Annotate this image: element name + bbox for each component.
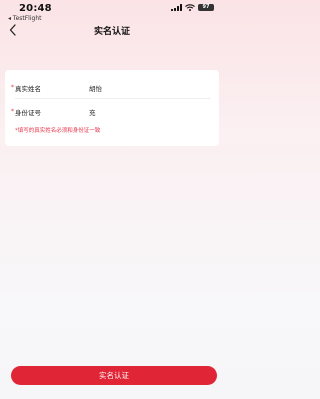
id-number-row: * 身份证号 充 xyxy=(5,103,219,123)
id-number-label: 身份证号 xyxy=(15,109,41,117)
page-title: 实名认证 xyxy=(93,27,130,37)
real-name-row: * 真实姓名 胡怡 xyxy=(5,79,219,99)
nav-bar: 实名认证 xyxy=(0,18,224,42)
signal-icon xyxy=(171,4,182,11)
real-name-label: 真实姓名 xyxy=(15,85,41,93)
required-mark: * xyxy=(11,84,14,91)
verify-submit-button[interactable]: 实名认证 xyxy=(11,366,217,385)
id-number-input[interactable]: 充 xyxy=(89,107,96,117)
real-name-input[interactable]: 胡怡 xyxy=(89,83,102,93)
required-mark: * xyxy=(11,108,14,115)
row-divider xyxy=(15,98,211,99)
status-icons: 97 xyxy=(171,4,214,11)
wifi-icon xyxy=(185,4,195,11)
status-time: 20:48 xyxy=(19,3,52,14)
battery-icon: 97 xyxy=(198,4,214,11)
identity-form-card: * 真实姓名 胡怡 * 身份证号 充 *填写的真实姓名必须和身份证一致 xyxy=(5,70,219,146)
name-match-hint: *填写的真实姓名必须和身份证一致 xyxy=(15,128,101,134)
